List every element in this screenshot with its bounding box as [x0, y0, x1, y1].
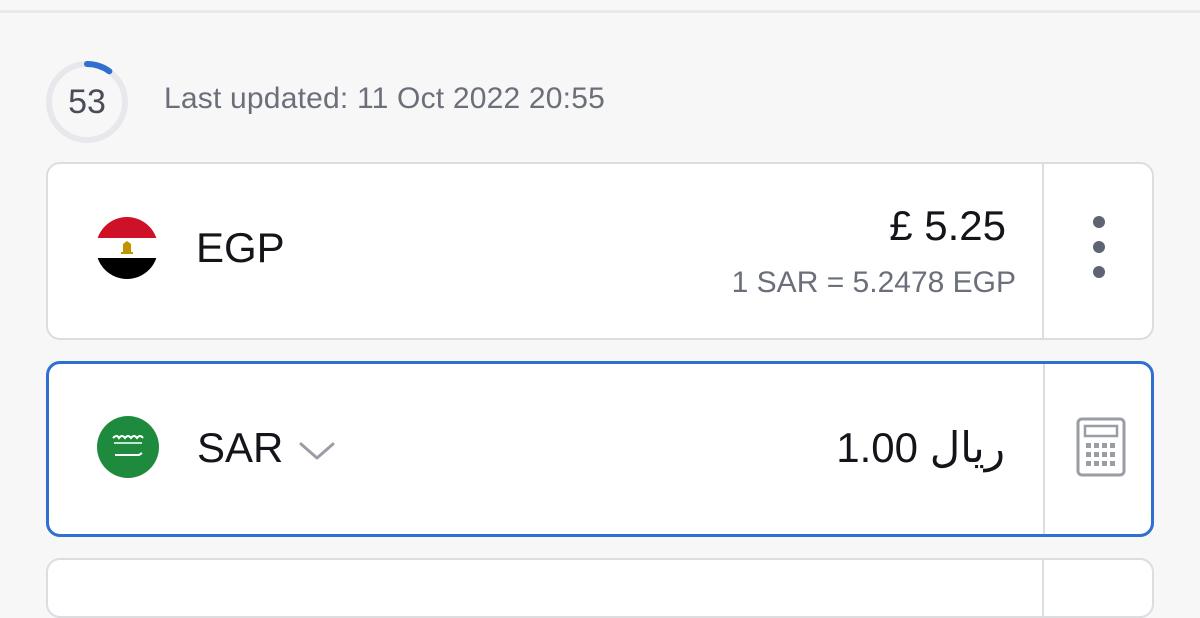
saudi-flag-icon	[97, 416, 159, 478]
card-divider	[1042, 164, 1044, 338]
last-updated-text: Last updated: 11 Oct 2022 20:55	[164, 82, 605, 115]
currency-row-sar[interactable]: SAR 1.00 ريال	[46, 361, 1154, 537]
amount-input[interactable]: 1.00 ريال	[836, 423, 1005, 472]
currency-code: EGP	[196, 224, 285, 271]
converted-amount: £ 5.25	[889, 202, 1006, 249]
card-divider	[1043, 364, 1045, 534]
top-divider	[0, 10, 1200, 13]
currency-code: SAR	[197, 424, 284, 471]
refresh-timer[interactable]: 53	[45, 60, 129, 144]
currency-row-next[interactable]	[46, 558, 1154, 618]
calculator-icon[interactable]	[1076, 417, 1126, 477]
chevron-down-icon[interactable]	[297, 436, 337, 466]
card-divider	[1042, 560, 1044, 616]
exchange-rate-text: 1 SAR = 5.2478 EGP	[731, 266, 1016, 299]
more-vertical-icon[interactable]	[1084, 214, 1114, 284]
currency-row-egp[interactable]: EGP £ 5.25 1 SAR = 5.2478 EGP	[46, 162, 1154, 340]
egypt-flag-icon	[96, 217, 158, 279]
timer-value: 53	[68, 83, 106, 121]
